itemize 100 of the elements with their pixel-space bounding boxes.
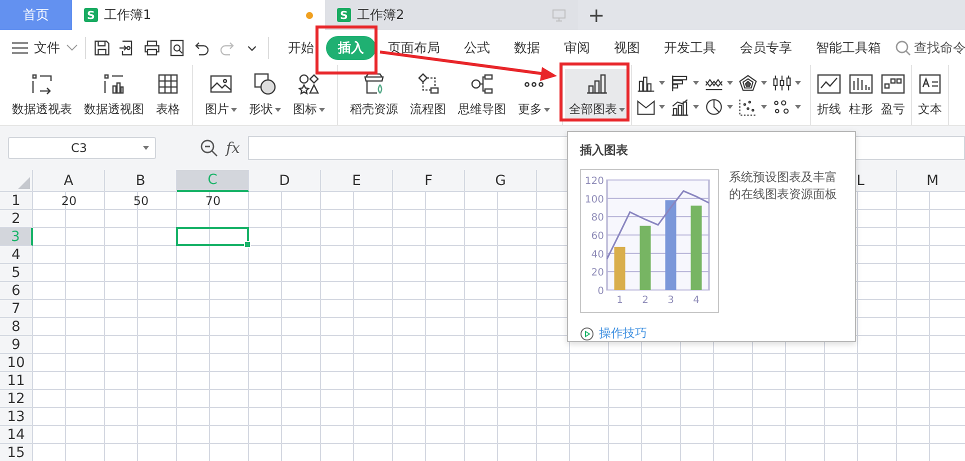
x-tick-label: 4 — [693, 295, 700, 306]
ribbon-tab[interactable]: 会员专享 — [728, 36, 804, 60]
fill-handle[interactable] — [244, 241, 251, 248]
scatter-chart-icon — [738, 98, 758, 116]
shop-icon — [362, 72, 386, 96]
row-header[interactable]: 11 — [0, 372, 33, 390]
ribbon-button[interactable]: 数据透视图 — [78, 65, 150, 125]
row-header[interactable]: 6 — [0, 282, 33, 300]
ribbon-button[interactable]: 文本 — [914, 65, 946, 125]
column-header[interactable]: F — [393, 170, 465, 192]
row-header[interactable]: 1 — [0, 192, 33, 210]
y-tick-label: 40 — [591, 249, 604, 260]
column-header[interactable]: E — [321, 170, 393, 192]
row-header[interactable]: 9 — [0, 336, 33, 354]
caret-icon — [275, 108, 281, 112]
area-chart-icon — [636, 98, 656, 116]
active-cell[interactable] — [176, 227, 249, 246]
new-tab-button[interactable]: + — [578, 0, 615, 30]
row-header[interactable]: 14 — [0, 426, 33, 444]
ribbon-button[interactable]: 表格 — [150, 65, 186, 125]
save-icon[interactable] — [93, 38, 111, 56]
radar-chart-icon — [738, 74, 758, 92]
column-header[interactable]: B — [105, 170, 177, 192]
mind-map-icon — [470, 72, 494, 96]
row-header[interactable]: 15 — [0, 444, 33, 461]
bar-chart-icon — [585, 72, 609, 96]
column-header[interactable]: G — [465, 170, 537, 192]
caret-icon — [544, 108, 550, 112]
column-header[interactable]: M — [897, 170, 965, 192]
row-header[interactable]: 12 — [0, 390, 33, 408]
row-header[interactable]: 13 — [0, 408, 33, 426]
row-header[interactable]: 8 — [0, 318, 33, 336]
y-tick-label: 100 — [584, 194, 604, 206]
caret-icon — [693, 105, 699, 109]
caret-icon — [693, 81, 699, 85]
column-chart-icon — [636, 74, 656, 92]
ribbon-button[interactable]: 图片 — [199, 65, 243, 125]
ribbon-button[interactable]: 柱形 — [845, 65, 877, 125]
ribbon-button[interactable]: 稻壳资源 — [344, 65, 404, 125]
tab-title: 工作簿2 — [357, 7, 406, 24]
annotation-box — [560, 62, 630, 122]
spreadsheet-logo-icon: S — [84, 8, 98, 22]
play-icon — [580, 326, 594, 340]
chevron-down-icon — [66, 44, 78, 52]
ribbon-button[interactable]: 盈亏 — [877, 65, 909, 125]
pie-chart-icon — [704, 98, 724, 116]
caret-icon — [761, 105, 767, 109]
stock-chart-icon — [772, 74, 792, 92]
caret-icon — [761, 81, 767, 85]
zoom-out-icon[interactable] — [200, 139, 218, 157]
ribbon-tab[interactable]: 视图 — [602, 36, 652, 60]
table-cell-text: 50 — [132, 193, 150, 210]
x-tick-label: 2 — [642, 295, 648, 306]
caret-icon — [619, 108, 625, 112]
table-cell-text: 70 — [204, 193, 222, 210]
caret-icon — [727, 81, 733, 85]
workbook-tab[interactable]: S 工作簿1 — [72, 0, 325, 30]
ribbon-tab[interactable]: 公式 — [452, 36, 502, 60]
table-icon — [156, 72, 180, 96]
pivot-table-icon — [30, 72, 54, 96]
y-tick-label: 80 — [591, 212, 604, 224]
ribbon-button[interactable]: 思维导图 — [452, 65, 512, 125]
tips-link[interactable]: 操作技巧 — [599, 325, 647, 342]
annotation-box — [316, 26, 378, 74]
column-header[interactable]: D — [249, 170, 321, 192]
line-chart-icon — [817, 72, 841, 96]
file-menu[interactable]: 文件 — [12, 38, 78, 56]
function-button[interactable]: fx — [226, 139, 240, 157]
ribbon-tab[interactable]: 开始 — [276, 36, 326, 60]
search-icon — [895, 40, 911, 56]
row-header[interactable]: 10 — [0, 354, 33, 372]
ribbon-button[interactable]: 数据透视表 — [6, 65, 78, 125]
y-tick-label: 60 — [591, 231, 604, 242]
y-tick-label: 120 — [584, 176, 604, 187]
caret-icon — [319, 108, 325, 112]
ribbon-tab[interactable]: 智能工具箱 — [804, 36, 893, 60]
print-preview-icon[interactable] — [168, 38, 186, 56]
ribbon-tab[interactable]: 数据 — [502, 36, 552, 60]
caret-icon — [727, 105, 733, 109]
ribbon-button[interactable]: 折线 — [813, 65, 845, 125]
pivot-chart-icon — [102, 72, 126, 96]
ribbon-button[interactable]: 流程图 — [404, 65, 452, 125]
caret-icon — [795, 81, 801, 85]
caret-icon — [143, 146, 149, 150]
ribbon-button[interactable]: 全部图表 — [565, 69, 629, 121]
ribbon-button[interactable]: 图标 — [287, 65, 331, 125]
row-header[interactable]: 5 — [0, 264, 33, 282]
caret-icon — [659, 105, 665, 109]
ribbon-button[interactable]: 形状 — [243, 65, 287, 125]
print-icon[interactable] — [143, 38, 161, 56]
row-header[interactable]: 7 — [0, 300, 33, 318]
name-box[interactable]: C3 — [8, 137, 156, 159]
column-header[interactable]: A — [33, 170, 105, 192]
row-header[interactable]: 4 — [0, 246, 33, 264]
column-chart-icon — [849, 72, 873, 96]
menu-icon — [12, 42, 28, 54]
ribbon-tab[interactable]: 开发工具 — [652, 36, 728, 60]
ribbon-tab[interactable]: 审阅 — [552, 36, 602, 60]
caret-icon — [795, 105, 801, 109]
row-header[interactable]: 2 — [0, 210, 33, 228]
